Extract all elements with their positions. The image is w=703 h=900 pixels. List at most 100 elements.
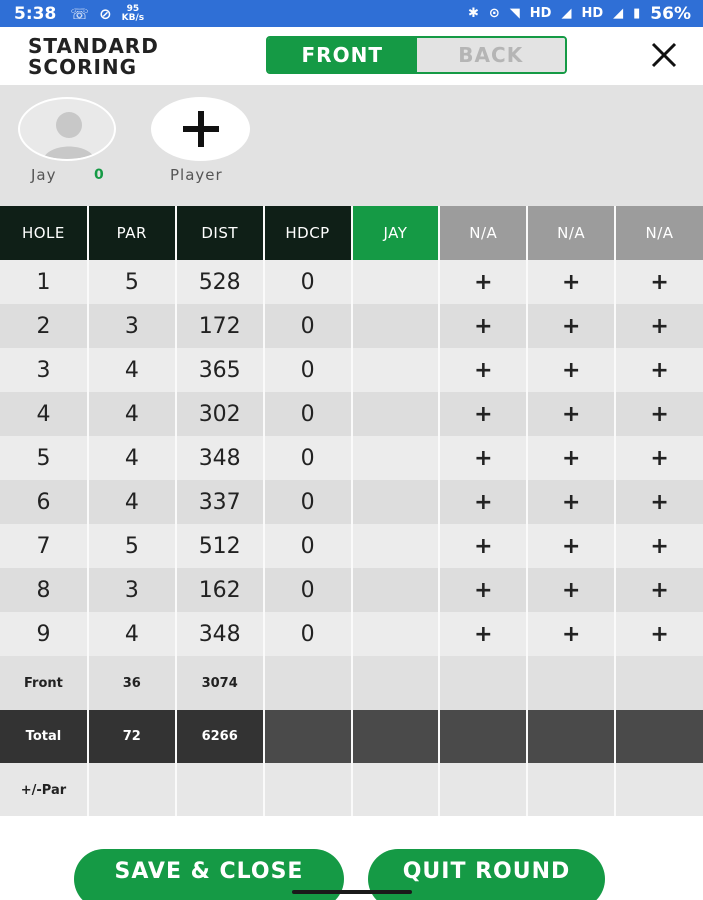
hole-number: 5 bbox=[0, 436, 89, 480]
battery-percent: 56% bbox=[650, 3, 691, 24]
jay-score-cell[interactable] bbox=[351, 260, 441, 304]
player-score: 0 bbox=[94, 167, 104, 183]
gesture-nav-bar[interactable] bbox=[292, 890, 412, 894]
hole-par: 3 bbox=[87, 568, 177, 612]
tab-back[interactable]: BACK bbox=[416, 38, 565, 72]
add-score-button[interactable]: + bbox=[439, 568, 529, 612]
avatar[interactable] bbox=[18, 97, 116, 161]
add-score-button[interactable]: + bbox=[615, 436, 703, 480]
col-header-player-jay[interactable]: JAY bbox=[351, 206, 441, 260]
wifi-icon: ◥ bbox=[509, 6, 520, 21]
total-dist: 6266 bbox=[175, 710, 265, 763]
add-score-button[interactable]: + bbox=[615, 260, 703, 304]
hole-number: 7 bbox=[0, 524, 89, 568]
jay-score-cell[interactable] bbox=[351, 348, 441, 392]
add-score-button[interactable]: + bbox=[527, 612, 617, 656]
tab-front[interactable]: FRONT bbox=[268, 38, 417, 72]
add-score-button[interactable]: + bbox=[527, 304, 617, 348]
hole-par: 5 bbox=[87, 524, 177, 568]
hole-dist: 348 bbox=[175, 612, 265, 656]
add-score-button[interactable]: + bbox=[615, 304, 703, 348]
hole-dist: 348 bbox=[175, 436, 265, 480]
data-saver-icon: ⊘ bbox=[99, 4, 112, 23]
hole-dist: 172 bbox=[175, 304, 265, 348]
col-header-hole: HOLE bbox=[0, 206, 89, 260]
summary-cell bbox=[527, 763, 617, 818]
add-score-button[interactable]: + bbox=[527, 524, 617, 568]
add-score-button[interactable]: + bbox=[615, 480, 703, 524]
phone-icon: ☏ bbox=[70, 4, 90, 23]
table-row: 8 3 162 0 + + + bbox=[0, 568, 703, 612]
jay-score-cell[interactable] bbox=[351, 568, 441, 612]
col-header-par: PAR bbox=[87, 206, 177, 260]
hd-label-2: HD bbox=[581, 6, 604, 21]
add-score-button[interactable]: + bbox=[439, 392, 529, 436]
add-score-button[interactable]: + bbox=[615, 348, 703, 392]
summary-cell bbox=[263, 656, 353, 710]
add-score-button[interactable]: + bbox=[615, 568, 703, 612]
jay-score-cell[interactable] bbox=[351, 304, 441, 348]
jay-score-cell[interactable] bbox=[351, 480, 441, 524]
add-score-button[interactable]: + bbox=[527, 348, 617, 392]
hole-hdcp: 0 bbox=[263, 436, 353, 480]
jay-score-cell[interactable] bbox=[351, 524, 441, 568]
hole-hdcp: 0 bbox=[263, 524, 353, 568]
add-score-button[interactable]: + bbox=[439, 524, 529, 568]
add-player-button[interactable] bbox=[151, 97, 250, 161]
summary-cell bbox=[351, 710, 441, 763]
bluetooth-icon: ✱ bbox=[467, 6, 479, 21]
hole-number: 8 bbox=[0, 568, 89, 612]
add-score-button[interactable]: + bbox=[439, 304, 529, 348]
hole-number: 3 bbox=[0, 348, 89, 392]
add-score-button[interactable]: + bbox=[615, 524, 703, 568]
hole-number: 4 bbox=[0, 392, 89, 436]
summary-cell bbox=[439, 763, 529, 818]
player-name: Jay bbox=[31, 166, 57, 184]
players-area: Jay 0 Player bbox=[0, 85, 703, 206]
add-score-button[interactable]: + bbox=[615, 392, 703, 436]
hole-par: 4 bbox=[87, 612, 177, 656]
summary-cell bbox=[615, 710, 703, 763]
table-row: 4 4 302 0 + + + bbox=[0, 392, 703, 436]
summary-cell bbox=[439, 710, 529, 763]
summary-cell bbox=[439, 656, 529, 710]
plus-minus-label: +/-Par bbox=[0, 763, 89, 818]
add-score-button[interactable]: + bbox=[439, 480, 529, 524]
front-dist: 3074 bbox=[175, 656, 265, 710]
add-score-button[interactable]: + bbox=[527, 568, 617, 612]
add-score-button[interactable]: + bbox=[439, 436, 529, 480]
hole-number: 1 bbox=[0, 260, 89, 304]
summary-cell bbox=[175, 763, 265, 818]
summary-cell bbox=[263, 710, 353, 763]
total-par: 72 bbox=[87, 710, 177, 763]
jay-score-cell[interactable] bbox=[351, 392, 441, 436]
add-score-button[interactable]: + bbox=[439, 348, 529, 392]
table-row: 3 4 365 0 + + + bbox=[0, 348, 703, 392]
table-row: 7 5 512 0 + + + bbox=[0, 524, 703, 568]
jay-score-cell[interactable] bbox=[351, 612, 441, 656]
front-label: Front bbox=[0, 656, 89, 710]
add-score-button[interactable]: + bbox=[527, 392, 617, 436]
jay-score-cell[interactable] bbox=[351, 436, 441, 480]
add-score-button[interactable]: + bbox=[439, 260, 529, 304]
col-header-player-na[interactable]: N/A bbox=[439, 206, 529, 260]
col-header-player-na[interactable]: N/A bbox=[527, 206, 617, 260]
hole-number: 9 bbox=[0, 612, 89, 656]
add-score-button[interactable]: + bbox=[615, 612, 703, 656]
close-icon[interactable] bbox=[649, 40, 679, 70]
hole-dist: 337 bbox=[175, 480, 265, 524]
page-title: STANDARD SCORING bbox=[28, 36, 159, 78]
scorecard-table: HOLE PAR DIST HDCP JAY N/A N/A N/A 1 5 5… bbox=[0, 206, 703, 818]
col-header-player-na[interactable]: N/A bbox=[615, 206, 703, 260]
hole-dist: 302 bbox=[175, 392, 265, 436]
add-score-button[interactable]: + bbox=[527, 480, 617, 524]
add-score-button[interactable]: + bbox=[527, 260, 617, 304]
summary-cell bbox=[615, 763, 703, 818]
add-score-button[interactable]: + bbox=[439, 612, 529, 656]
hole-hdcp: 0 bbox=[263, 392, 353, 436]
front-back-toggle: FRONT BACK bbox=[266, 36, 567, 74]
plus-icon bbox=[182, 111, 219, 147]
add-score-button[interactable]: + bbox=[527, 436, 617, 480]
front-par: 36 bbox=[87, 656, 177, 710]
hole-par: 4 bbox=[87, 480, 177, 524]
